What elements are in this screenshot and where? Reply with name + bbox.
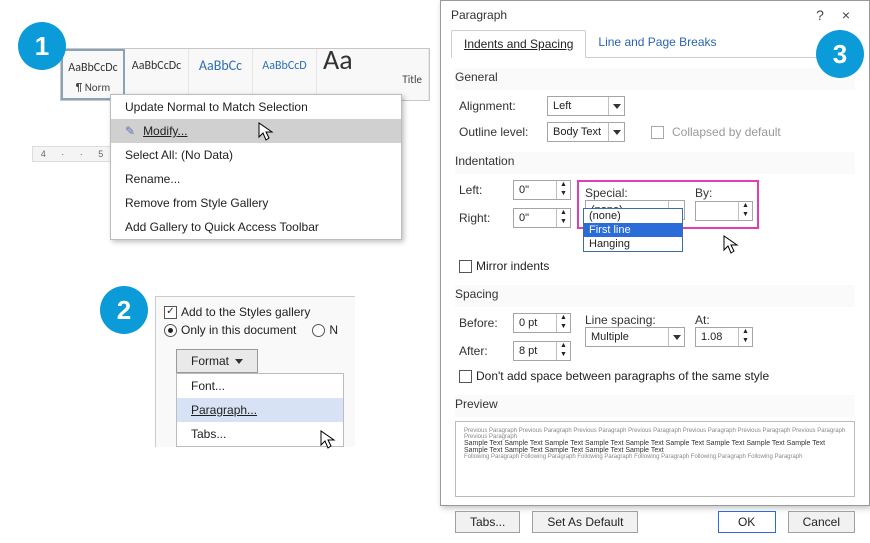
- alignment-label: Alignment:: [459, 99, 539, 113]
- ctx-add-qat[interactable]: Add Gallery to Quick Access Toolbar: [111, 215, 401, 239]
- chevron-down-icon: [608, 97, 624, 115]
- line-spacing-label: Line spacing:: [585, 313, 685, 327]
- format-button[interactable]: Format: [176, 349, 258, 373]
- style-swatch-heading1[interactable]: AaBbCc: [189, 49, 253, 100]
- step-badge-1: 1: [18, 22, 66, 70]
- style-swatch-normal[interactable]: AaBbCcDc ¶ Norm: [61, 49, 125, 100]
- style-swatch-nospacing[interactable]: AaBbCcDc: [125, 49, 189, 100]
- at-label: At:: [695, 313, 753, 327]
- chevron-down-icon: [608, 123, 624, 141]
- special-option-none[interactable]: (none): [584, 209, 682, 223]
- paragraph-dialog: Paragraph ? × Indents and Spacing Line a…: [440, 0, 870, 506]
- after-spin[interactable]: 8 pt▲▼: [513, 341, 571, 361]
- special-option-hanging[interactable]: Hanging: [584, 237, 682, 251]
- step-badge-3: 3: [816, 30, 864, 78]
- collapsed-label: Collapsed by default: [672, 125, 781, 139]
- mirror-indents-checkbox[interactable]: [459, 260, 472, 273]
- ok-button[interactable]: OK: [718, 511, 776, 533]
- style-swatch-title[interactable]: Aa Title: [317, 49, 429, 100]
- ctx-rename[interactable]: Rename...: [111, 167, 401, 191]
- preview-header: Preview: [455, 395, 855, 417]
- preview-box: Previous Paragraph Previous Paragraph Pr…: [455, 421, 855, 497]
- ctx-label: Modify...: [143, 124, 187, 138]
- style-swatch-heading2[interactable]: AaBbCcD: [253, 49, 317, 100]
- new-docs-radio[interactable]: [312, 324, 325, 337]
- before-spin[interactable]: 0 pt▲▼: [513, 313, 571, 333]
- add-to-gallery-checkbox[interactable]: ✓: [164, 306, 177, 319]
- close-button[interactable]: ×: [833, 7, 859, 23]
- collapsed-checkbox: [651, 126, 664, 139]
- ctx-modify[interactable]: ✎ Modify...: [111, 119, 401, 143]
- format-menu-tabs[interactable]: Tabs...: [177, 422, 343, 446]
- mirror-indents-label: Mirror indents: [476, 259, 549, 273]
- special-dropdown: (none) First line Hanging: [583, 208, 683, 252]
- style-preview: AaBbCcDc: [63, 57, 123, 79]
- ctx-remove-gallery[interactable]: Remove from Style Gallery: [111, 191, 401, 215]
- ruler: 4··5: [32, 146, 112, 162]
- chevron-down-icon: [668, 328, 684, 346]
- indent-header: Indentation: [455, 152, 855, 174]
- indent-left-spin[interactable]: 0"▲▼: [513, 180, 571, 200]
- special-option-firstline[interactable]: First line: [584, 223, 682, 237]
- only-this-doc-radio[interactable]: [164, 324, 177, 337]
- indent-left-label: Left:: [459, 183, 513, 197]
- style-label: Title: [323, 71, 428, 86]
- at-spin[interactable]: 1.08▲▼: [695, 327, 753, 347]
- new-docs-label: N: [329, 323, 338, 337]
- ctx-update-normal[interactable]: Update Normal to Match Selection: [111, 95, 401, 119]
- indent-right-label: Right:: [459, 211, 513, 225]
- after-label: After:: [459, 344, 513, 358]
- modify-icon: ✎: [125, 124, 135, 138]
- cancel-button[interactable]: Cancel: [788, 511, 855, 533]
- line-spacing-combo[interactable]: Multiple: [585, 327, 685, 347]
- tab-line-page-breaks[interactable]: Line and Page Breaks: [586, 29, 728, 57]
- set-default-button[interactable]: Set As Default: [532, 511, 638, 533]
- dialog-title: Paragraph: [451, 8, 507, 22]
- outline-label: Outline level:: [459, 125, 539, 139]
- dont-add-space-label: Don't add space between paragraphs of th…: [476, 369, 769, 383]
- help-button[interactable]: ?: [807, 7, 833, 23]
- dont-add-space-checkbox[interactable]: [459, 370, 472, 383]
- chevron-down-icon: [235, 359, 243, 364]
- tab-indents-spacing[interactable]: Indents and Spacing: [451, 30, 586, 58]
- style-preview: AaBbCcD: [253, 55, 316, 77]
- format-menu-font[interactable]: Font...: [177, 374, 343, 398]
- style-preview: AaBbCc: [189, 55, 252, 77]
- ctx-select-all[interactable]: Select All: (No Data): [111, 143, 401, 167]
- before-label: Before:: [459, 316, 513, 330]
- special-label: Special:: [585, 186, 685, 200]
- by-label: By:: [695, 186, 753, 200]
- add-to-gallery-label: Add to the Styles gallery: [181, 305, 310, 319]
- only-this-doc-label: Only in this document: [181, 323, 296, 337]
- indent-right-spin[interactable]: 0"▲▼: [513, 208, 571, 228]
- tabs-button[interactable]: Tabs...: [455, 511, 520, 533]
- alignment-combo[interactable]: Left: [547, 96, 625, 116]
- style-label: ¶ Norm: [63, 79, 123, 94]
- step-badge-2: 2: [100, 286, 148, 334]
- style-context-menu: Update Normal to Match Selection ✎ Modif…: [110, 94, 402, 240]
- spacing-header: Spacing: [455, 285, 855, 307]
- style-preview: Aa: [323, 49, 428, 71]
- general-header: General: [455, 68, 855, 90]
- format-menu: Font... Paragraph... Tabs...: [176, 373, 344, 447]
- style-preview: AaBbCcDc: [125, 55, 188, 77]
- modify-style-snippet: ✓ Add to the Styles gallery Only in this…: [155, 296, 355, 447]
- outline-combo[interactable]: Body Text: [547, 122, 625, 142]
- format-menu-paragraph[interactable]: Paragraph...: [177, 398, 343, 422]
- by-spin[interactable]: ▲▼: [695, 201, 753, 221]
- special-highlight: Special: (none) (none) First line Hangin…: [577, 180, 759, 229]
